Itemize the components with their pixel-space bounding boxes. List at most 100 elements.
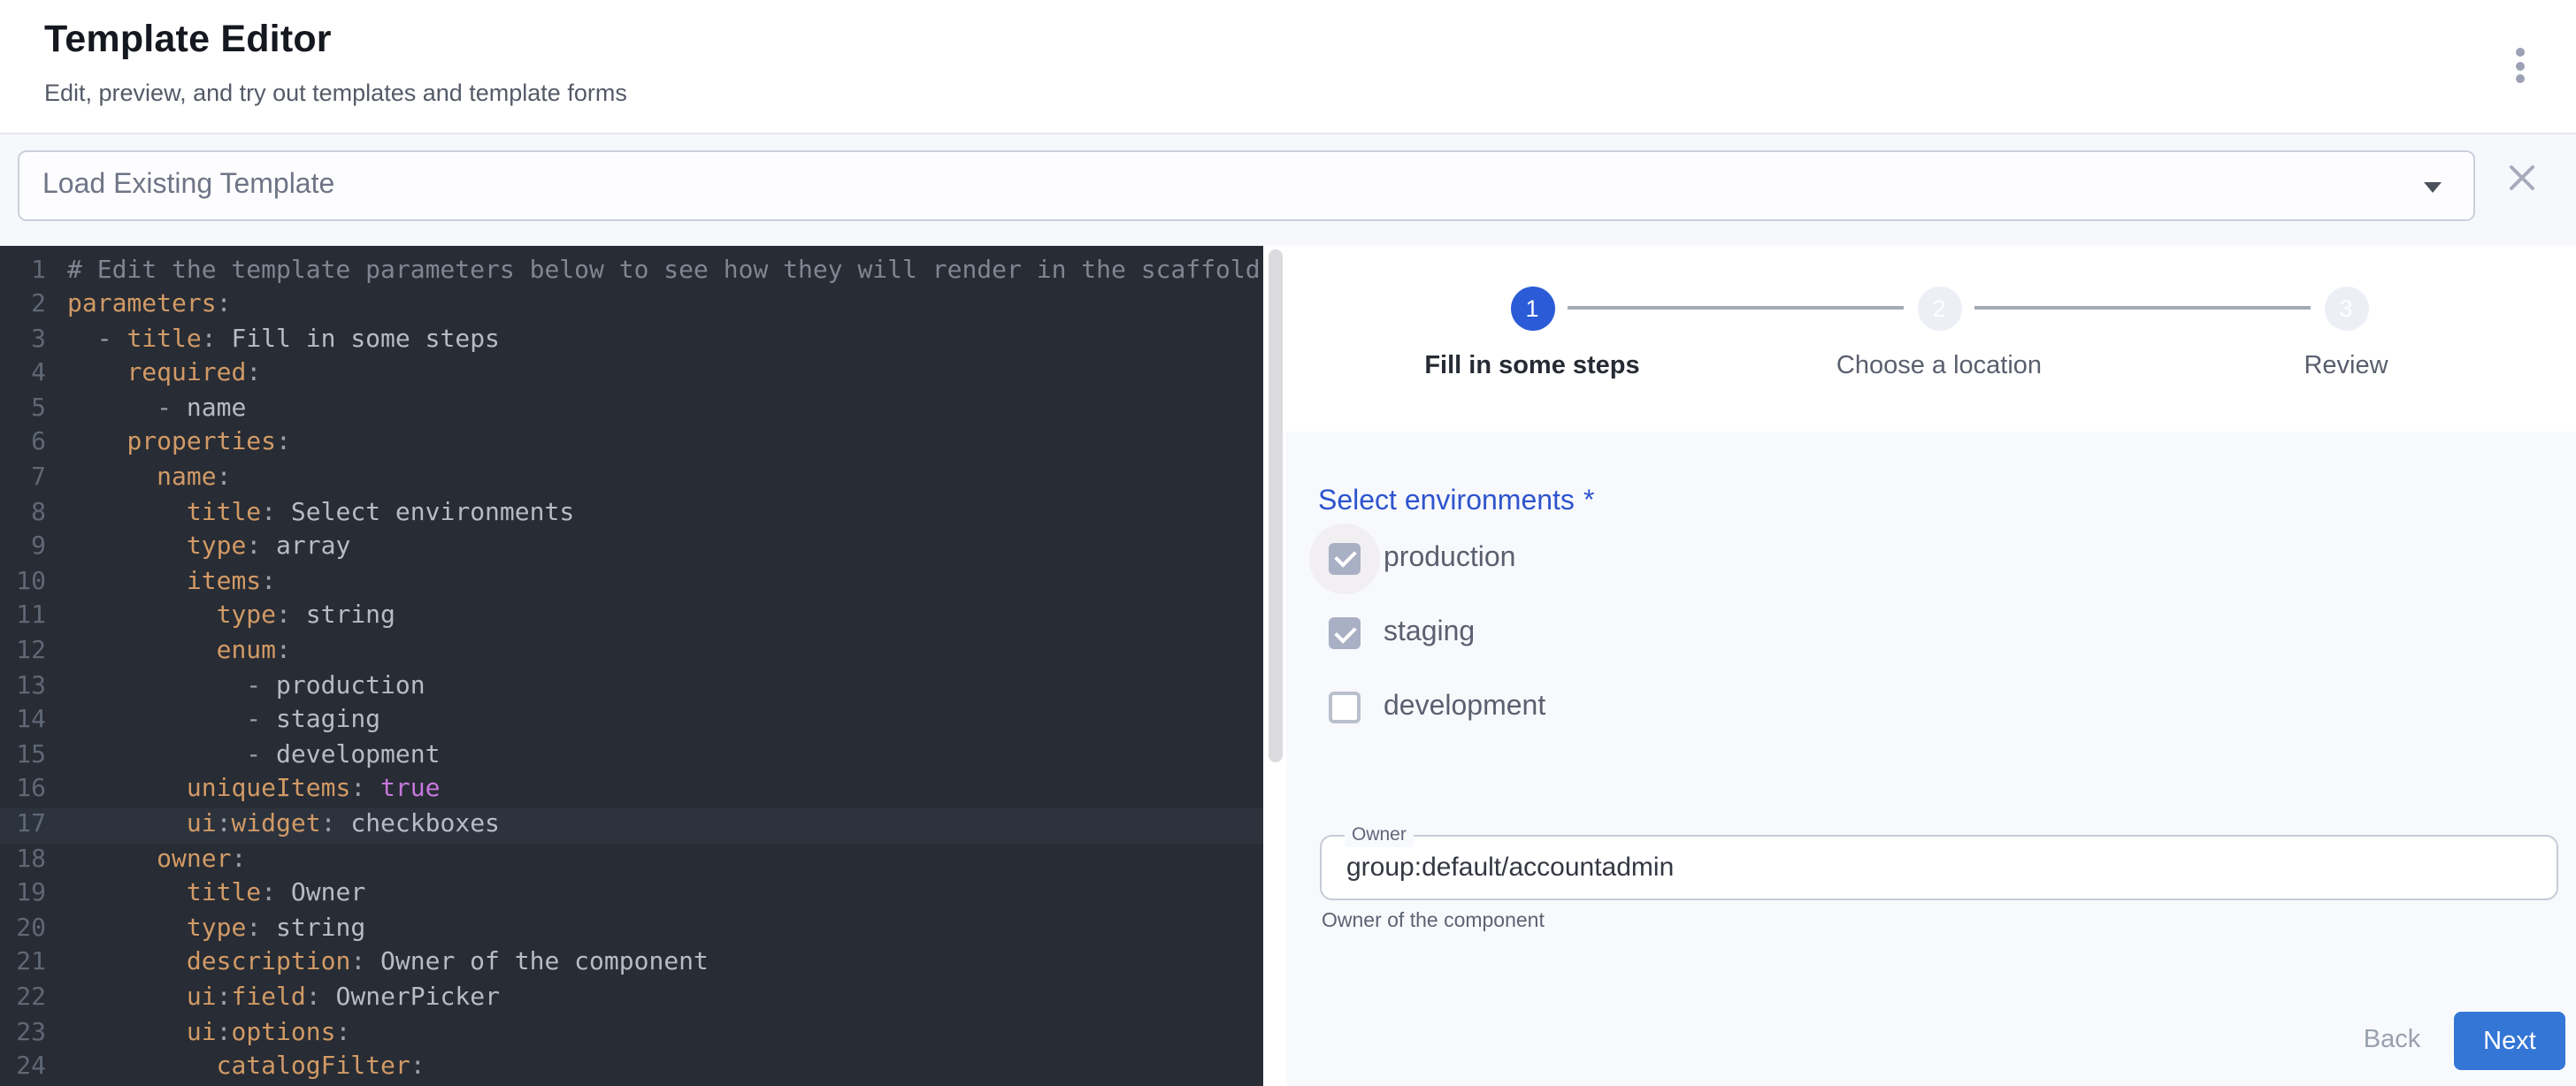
code-line: 8 title: Select environments xyxy=(0,496,1263,531)
code-editor[interactable]: 1 # Edit the template parameters below to… xyxy=(0,246,1263,1086)
code-line: 21 description: Owner of the component xyxy=(0,947,1263,982)
line-number: 13 xyxy=(0,669,46,704)
template-editor-page: Template Editor Edit, preview, and try o… xyxy=(0,0,2576,1086)
next-button[interactable]: Next xyxy=(2454,1012,2565,1070)
code-text: ui:widget: checkboxes xyxy=(67,808,500,843)
checkbox-development[interactable] xyxy=(1329,692,1361,723)
code-text: title: Select environments xyxy=(67,496,574,531)
code-text: description: Owner of the component xyxy=(67,947,709,982)
editor-scrollbar xyxy=(1263,246,1286,1086)
code-line: 10 items: xyxy=(0,566,1263,600)
dropdown-arrow-icon xyxy=(2424,182,2442,193)
load-existing-template-select[interactable]: Load Existing Template xyxy=(18,150,2475,221)
code-text: enum: xyxy=(67,635,291,669)
more-options-button[interactable] xyxy=(2498,39,2541,92)
line-number: 23 xyxy=(0,1016,46,1051)
code-text: # Edit the template parameters below to … xyxy=(67,254,1261,288)
back-button[interactable]: Back xyxy=(2348,1026,2436,1054)
code-text: parameters: xyxy=(67,288,231,323)
code-line: 1 # Edit the template parameters below to… xyxy=(0,254,1263,288)
step-2-circle: 2 xyxy=(1917,286,1961,330)
checkbox-production[interactable] xyxy=(1329,542,1361,574)
line-number: 24 xyxy=(0,1051,46,1085)
code-text: - development xyxy=(67,739,440,774)
line-number: 16 xyxy=(0,774,46,808)
line-number: 18 xyxy=(0,843,46,877)
stepper: 1Fill in some steps2Choose a location3Re… xyxy=(1286,246,2576,432)
line-number: 20 xyxy=(0,913,46,947)
line-number: 9 xyxy=(0,532,46,566)
line-number: 2 xyxy=(0,288,46,323)
line-number: 6 xyxy=(0,427,46,462)
code-text: type: string xyxy=(67,600,395,635)
line-number: 17 xyxy=(0,808,46,843)
page-subtitle: Edit, preview, and try out templates and… xyxy=(44,80,627,106)
checkbox-staging[interactable] xyxy=(1329,617,1361,649)
step-form: Select environments* productionstagingde… xyxy=(1286,432,2576,1086)
line-number: 22 xyxy=(0,982,46,1016)
code-text: ui:field: OwnerPicker xyxy=(67,982,500,1016)
code-line: 15 - development xyxy=(0,739,1263,774)
code-text: uniqueItems: true xyxy=(67,774,440,808)
checkbox-group: production staging development xyxy=(1286,432,2576,1086)
code-text: ui:options: xyxy=(67,1016,350,1051)
step-3-label: Review xyxy=(2151,352,2541,380)
owner-helper-text: Owner of the component xyxy=(1322,911,1545,932)
step-connector xyxy=(1974,306,2311,309)
code-text: catalogFilter: xyxy=(67,1051,426,1085)
line-number: 11 xyxy=(0,600,46,635)
code-line: 16 uniqueItems: true xyxy=(0,774,1263,808)
step-3-circle: 3 xyxy=(2324,286,2368,330)
editor-scrollbar-thumb[interactable] xyxy=(1268,249,1283,762)
code-line: 9 type: array xyxy=(0,532,1263,566)
line-number: 5 xyxy=(0,393,46,427)
code-text: properties: xyxy=(67,427,291,462)
code-text: title: Owner xyxy=(67,877,365,912)
checkbox-label: staging xyxy=(1384,617,1475,649)
select-placeholder: Load Existing Template xyxy=(42,152,334,219)
code-text: required: xyxy=(67,358,261,393)
code-text: - title: Fill in some steps xyxy=(67,323,500,357)
code-line: 23 ui:options: xyxy=(0,1016,1263,1051)
owner-field: Owner xyxy=(1320,835,2558,900)
checkbox-row-staging[interactable]: staging xyxy=(1329,617,1475,649)
checkbox-label: development xyxy=(1384,692,1545,723)
code-line: 22 ui:field: OwnerPicker xyxy=(0,982,1263,1016)
line-number: 14 xyxy=(0,704,46,738)
clear-template-button[interactable] xyxy=(2502,157,2541,196)
code-text: - staging xyxy=(67,704,380,738)
code-line: 12 enum: xyxy=(0,635,1263,669)
code-line: 11 type: string xyxy=(0,600,1263,635)
line-number: 8 xyxy=(0,496,46,531)
code-line: 20 type: string xyxy=(0,913,1263,947)
code-line: 6 properties: xyxy=(0,427,1263,462)
code-text: owner: xyxy=(67,843,246,877)
code-line: 14 - staging xyxy=(0,704,1263,738)
form-preview-panel: 1Fill in some steps2Choose a location3Re… xyxy=(1286,246,2576,1086)
owner-input[interactable] xyxy=(1346,837,2532,899)
code-text: type: array xyxy=(67,532,350,566)
code-line: 3 - title: Fill in some steps xyxy=(0,323,1263,357)
line-number: 1 xyxy=(0,254,46,288)
checkbox-row-development[interactable]: development xyxy=(1329,692,1545,723)
code-line: 13 - production xyxy=(0,669,1263,704)
line-number: 3 xyxy=(0,323,46,357)
line-number: 7 xyxy=(0,462,46,496)
step-2-label: Choose a location xyxy=(1744,352,2134,380)
step-connector xyxy=(1568,306,1904,309)
code-line: 19 title: Owner xyxy=(0,877,1263,912)
checkbox-row-production[interactable]: production xyxy=(1329,542,1515,574)
page-header: Template Editor Edit, preview, and try o… xyxy=(0,0,2576,134)
code-line: 24 catalogFilter: xyxy=(0,1051,1263,1085)
code-text: name: xyxy=(67,462,231,496)
line-number: 15 xyxy=(0,739,46,774)
line-number: 19 xyxy=(0,877,46,912)
code-text: type: string xyxy=(67,913,365,947)
step-1-circle: 1 xyxy=(1510,286,1554,330)
code-line: 7 name: xyxy=(0,462,1263,496)
code-line: 4 required: xyxy=(0,358,1263,393)
line-number: 12 xyxy=(0,635,46,669)
close-icon xyxy=(2508,164,2534,190)
code-line: 17 ui:widget: checkboxes xyxy=(0,808,1263,843)
page-title: Template Editor xyxy=(44,18,332,62)
